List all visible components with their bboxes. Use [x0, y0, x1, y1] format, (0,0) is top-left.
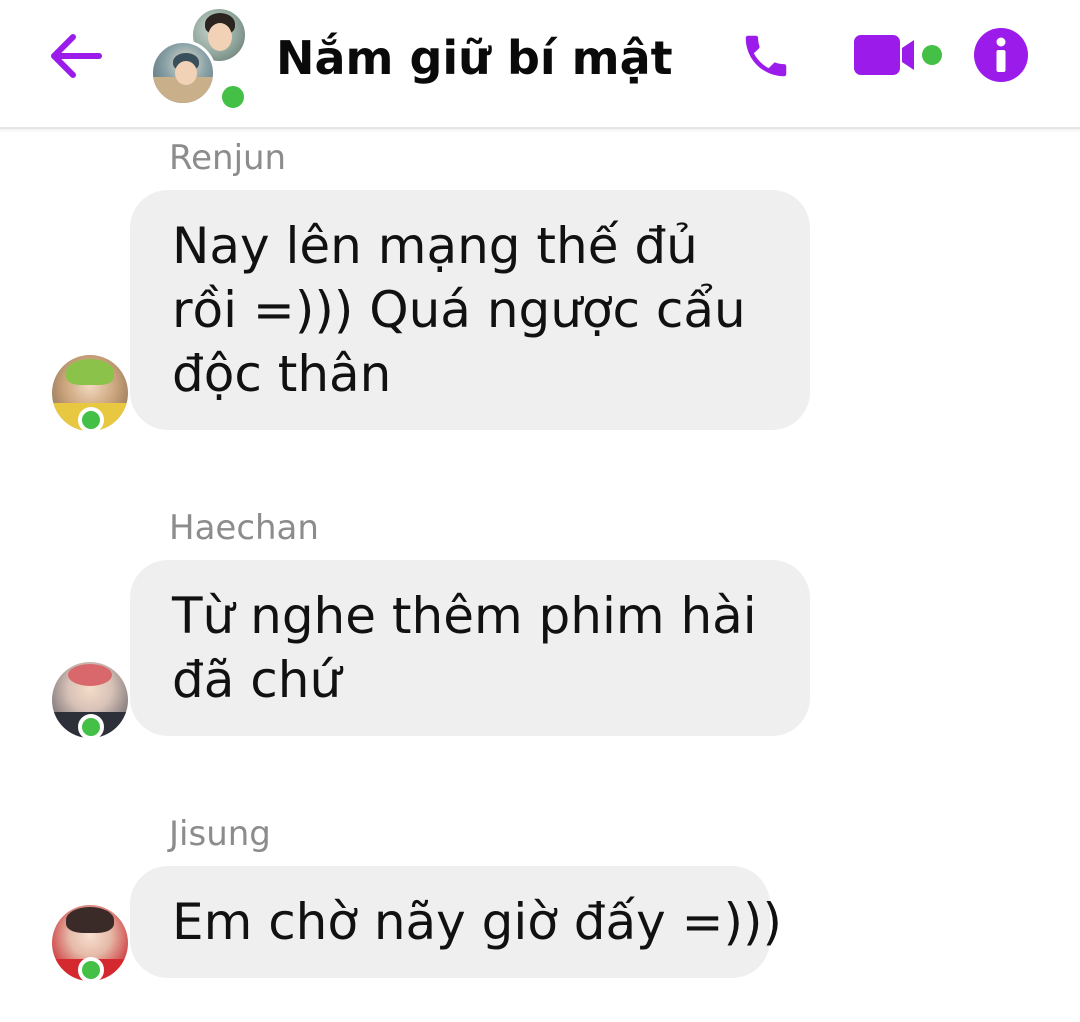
message-bubble[interactable]: Từ nghe thêm phim hài đã chứ	[130, 560, 810, 736]
online-indicator	[78, 714, 104, 740]
back-button[interactable]	[44, 24, 108, 88]
sender-avatar[interactable]	[26, 905, 128, 985]
info-icon	[974, 28, 1028, 82]
online-indicator	[218, 82, 248, 112]
back-arrow-icon	[51, 34, 102, 78]
video-call-button[interactable]	[852, 30, 944, 80]
sender-avatar[interactable]	[26, 662, 128, 742]
message-bubble[interactable]: Em chờ nãy giờ đấy =)))	[130, 866, 782, 978]
group-avatar-member-photo	[150, 40, 216, 106]
message-sender-name: Renjun	[169, 138, 287, 178]
info-button[interactable]	[972, 26, 1030, 84]
call-button[interactable]	[735, 26, 797, 86]
video-camera-icon	[854, 35, 942, 75]
message-sender-name: Haechan	[169, 508, 319, 548]
online-indicator	[78, 957, 104, 983]
online-indicator	[78, 407, 104, 433]
sender-avatar[interactable]	[26, 355, 128, 435]
group-avatar[interactable]	[150, 6, 250, 112]
chat-header: Nắm giữ bí mật	[0, 0, 1080, 129]
phone-icon	[745, 35, 787, 77]
chat-title[interactable]: Nắm giữ bí mật	[276, 26, 673, 90]
message-bubble[interactable]: Nay lên mạng thế đủ rồi =))) Quá ngược c…	[130, 190, 810, 430]
message-sender-name: Jisung	[169, 814, 271, 854]
